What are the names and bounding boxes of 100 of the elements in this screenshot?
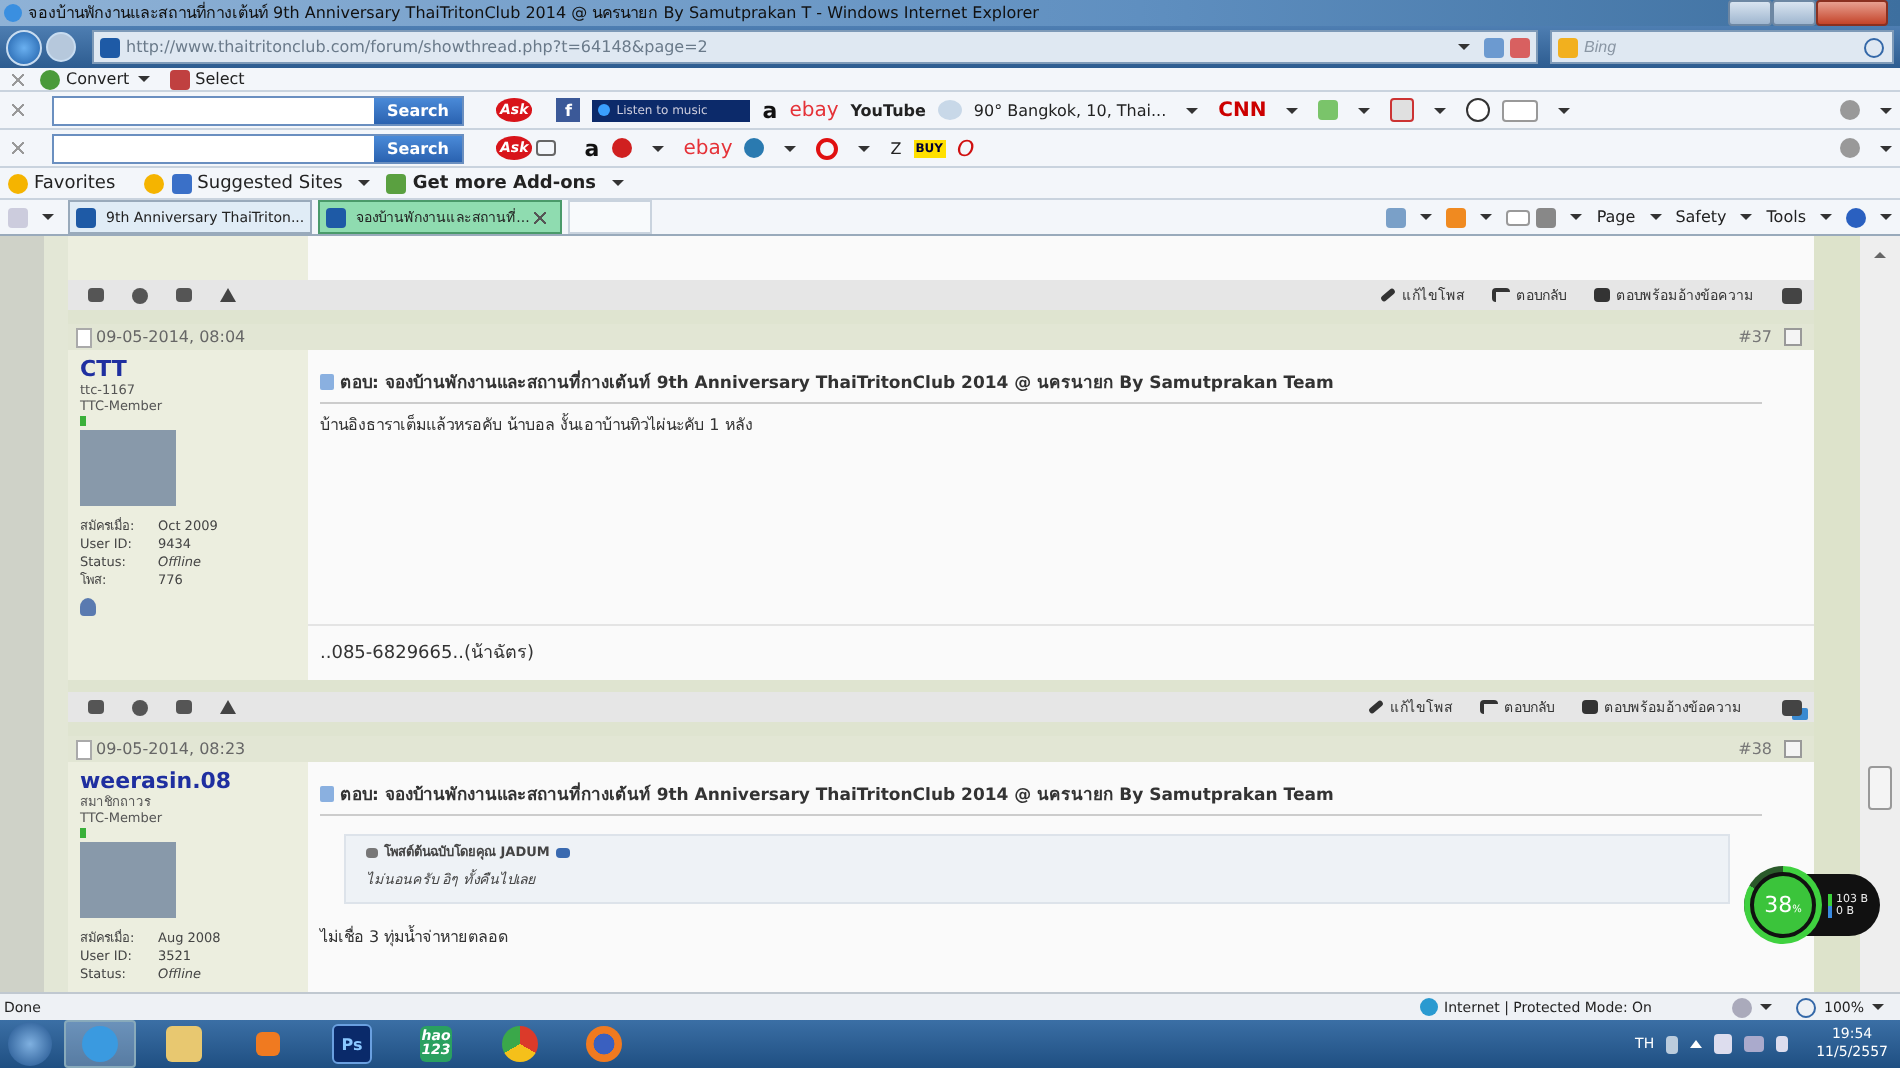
cloud-icon: [937, 100, 962, 120]
caret-icon[interactable]: [1420, 214, 1433, 220]
photoshop-icon: Ps: [332, 1024, 372, 1064]
username-link[interactable]: weerasin.08: [80, 768, 296, 794]
favorites-button[interactable]: Favorites: [8, 173, 116, 193]
target-icon[interactable]: [816, 137, 839, 159]
command-button[interactable]: Safety: [1675, 208, 1727, 226]
select-button[interactable]: Select: [157, 69, 245, 89]
post-title: ตอบ: จองบ้านพักงานและสถานที่กางเต้นท์ 9th Anniversary ThaiTritonClub 2014 @ นครนายก By Samutprakan Team: [340, 780, 1334, 808]
caret-icon[interactable]: [1434, 107, 1447, 113]
opera-logo[interactable]: O: [957, 135, 975, 161]
close-toolbar-button[interactable]: [12, 73, 24, 85]
convert-button[interactable]: Convert: [40, 69, 130, 89]
reputation-icon: [80, 416, 86, 426]
post-title: ตอบ: จองบ้านพักงานและสถานที่กางเต้นท์ 9th Anniversary ThaiTritonClub 2014 @ นครนายก By Samutprakan Team: [340, 368, 1334, 396]
command-button[interactable]: Page: [1596, 208, 1636, 226]
taskbar-button[interactable]: Ps: [316, 1020, 388, 1068]
select-checkbox[interactable]: [1784, 328, 1802, 346]
convert-icon: [40, 69, 60, 89]
search-field[interactable]: Search: [52, 133, 464, 163]
post-text: บ้านอิงธาราเต็มแล้วหรอคับ น้าบอล งั้นเอาบ้านทิวไผ่นะคับ 1 หลัง: [320, 412, 755, 438]
minimize-button[interactable]: [1728, 0, 1772, 26]
youtube-logo[interactable]: YouTube: [850, 101, 926, 119]
add-ons-button[interactable]: Get more Add-ons: [386, 173, 597, 193]
suggested-sites-button[interactable]: Suggested Sites: [171, 173, 343, 193]
maximize-button[interactable]: [1772, 0, 1816, 26]
person-icon[interactable]: [80, 598, 96, 616]
search-button[interactable]: Search: [374, 97, 462, 123]
caret-icon[interactable]: [1649, 214, 1662, 220]
forward-button[interactable]: [46, 32, 76, 62]
warning-icon[interactable]: [220, 700, 236, 714]
caret-icon[interactable]: [651, 145, 664, 151]
caret-icon[interactable]: [358, 180, 371, 186]
post-text: ไม่เชื่อ 3 ทุ่มน้ำจ่าหายตลอด: [320, 924, 511, 950]
help-icon[interactable]: [1846, 207, 1866, 227]
signature-text: ..085-6829665..(น้าฉัตร): [308, 624, 1814, 680]
caret-icon[interactable]: [1872, 1004, 1884, 1010]
cnn-logo[interactable]: CNN: [1218, 99, 1267, 121]
caret-icon[interactable]: [1286, 107, 1299, 113]
caret-icon[interactable]: [1480, 214, 1493, 220]
zappos-logo[interactable]: Z: [890, 139, 902, 157]
address-field[interactable]: http://www.thaitritonclub.com/forum/showthread.php?t=64148&page=2: [92, 30, 1538, 64]
caret-icon[interactable]: [1880, 107, 1892, 113]
reply-icon: [1480, 700, 1498, 714]
caret-icon[interactable]: [42, 214, 54, 220]
amazon-logo[interactable]: a: [762, 97, 778, 123]
caret-icon[interactable]: [1880, 145, 1892, 151]
firefox-icon: [586, 1026, 622, 1062]
caret-icon[interactable]: [784, 145, 797, 151]
circle-icon[interactable]: [611, 138, 632, 158]
reply-icon: [1492, 288, 1510, 302]
caret-icon[interactable]: [1358, 107, 1371, 113]
post-number-link[interactable]: #37: [1738, 328, 1772, 346]
warning-icon[interactable]: [220, 288, 236, 302]
caret-icon[interactable]: [1740, 214, 1753, 220]
back-button[interactable]: [6, 29, 42, 65]
search-input[interactable]: Bing: [1584, 38, 1864, 56]
username-link[interactable]: CTT: [80, 356, 296, 382]
scroll-thumb[interactable]: [1868, 766, 1892, 810]
play-icon[interactable]: [598, 104, 611, 116]
caret-icon[interactable]: [858, 145, 871, 151]
search-button[interactable]: Search: [374, 135, 462, 161]
search-field[interactable]: Bing: [1550, 30, 1894, 64]
scrollbar[interactable]: [1860, 236, 1900, 992]
zoom-icon: [1795, 997, 1816, 1017]
chrome-icon: [502, 1026, 538, 1062]
caret-icon[interactable]: [1880, 214, 1892, 220]
command-button[interactable]: Tools: [1766, 208, 1806, 226]
select-checkbox[interactable]: [1784, 740, 1802, 758]
ebay-logo[interactable]: ebay: [789, 99, 839, 121]
window-title: จองบ้านพักงานและสถานที่กางเต้นท์ 9th Anniversary ThaiTritonClub 2014 @ นครนายก By Samutprakan T - Windows Internet Explorer: [28, 0, 1039, 26]
caret-icon[interactable]: [1186, 107, 1199, 113]
caret-icon[interactable]: [612, 180, 625, 186]
amazon-logo[interactable]: a: [584, 135, 600, 161]
post-date: 09-05-2014, 08:04: [96, 328, 246, 346]
caret-icon[interactable]: [1820, 214, 1832, 220]
tray-arrow-icon[interactable]: [1690, 1040, 1703, 1048]
search-icon[interactable]: [1864, 37, 1884, 57]
caret-icon[interactable]: [1458, 44, 1470, 50]
caret-icon[interactable]: [137, 76, 150, 82]
caret-icon[interactable]: [1759, 1004, 1772, 1010]
close-toolbar-button[interactable]: [12, 142, 24, 154]
post-number-link[interactable]: #38: [1738, 740, 1772, 758]
close-icon[interactable]: [533, 211, 546, 223]
ebay-logo[interactable]: ebay: [683, 137, 733, 159]
globe-icon: [1420, 998, 1439, 1016]
reputation-icon: [80, 828, 86, 838]
post-date: 09-05-2014, 08:23: [96, 740, 246, 758]
close-toolbar-button[interactable]: [12, 104, 24, 116]
browser-icon: [4, 4, 22, 22]
close-button[interactable]: [1816, 0, 1888, 26]
pencil-icon: [1367, 699, 1385, 715]
caret-icon[interactable]: [1570, 214, 1583, 220]
weather-button[interactable]: 90° Bangkok, 10, Thai...: [973, 101, 1167, 119]
start-button[interactable]: [8, 1022, 52, 1066]
search-field[interactable]: Search: [52, 95, 464, 125]
caret-icon[interactable]: [1558, 107, 1571, 113]
percent-value: 38: [1764, 892, 1793, 918]
pencil-icon: [1379, 287, 1397, 303]
facebook-logo[interactable]: f: [556, 98, 581, 122]
